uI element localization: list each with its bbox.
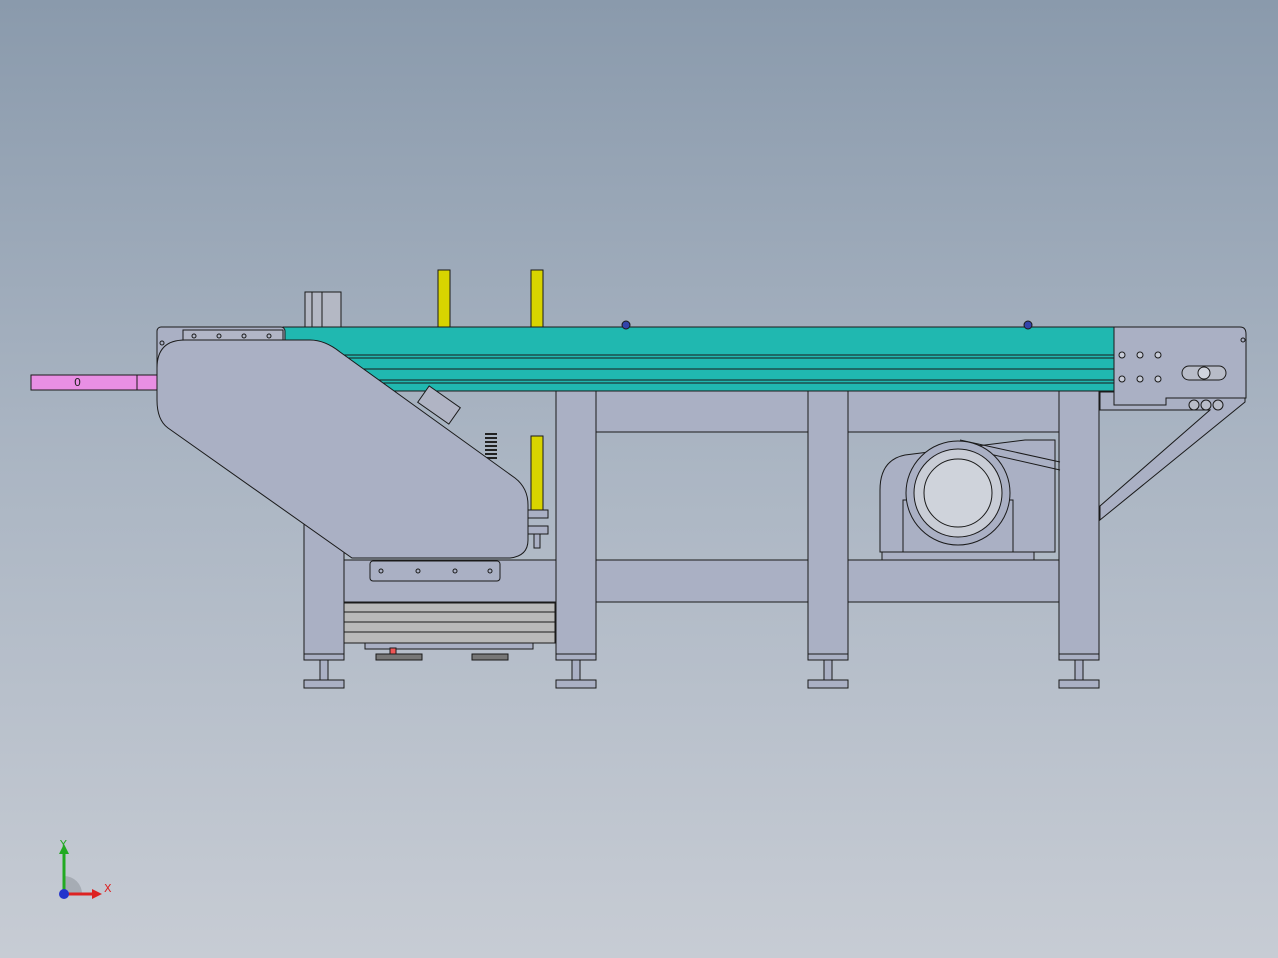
z-axis-dot <box>59 889 69 899</box>
bottom-bracket <box>369 560 501 582</box>
bar-label: 0 <box>74 376 81 389</box>
yellow-post-2 <box>530 269 544 329</box>
right-diagonal-frame <box>1099 391 1246 522</box>
drive-housing <box>342 602 556 644</box>
motor-face <box>923 458 993 528</box>
cad-viewport[interactable]: 0 Y X <box>0 0 1278 958</box>
yellow-post-1 <box>437 269 451 329</box>
drive-foot-1 <box>375 653 423 661</box>
sensor-block <box>304 291 342 329</box>
spring <box>485 433 497 459</box>
leg-4 <box>1058 389 1100 689</box>
leg-2 <box>555 389 597 689</box>
right-end-plate <box>1113 326 1247 406</box>
yellow-post-3 <box>530 435 544 513</box>
y-axis-label: Y <box>59 838 67 851</box>
drive-foot-2 <box>471 653 509 661</box>
x-axis-label: X <box>104 882 112 895</box>
x-axis-arrow <box>92 889 102 899</box>
axis-triad: Y X <box>59 838 112 899</box>
pink-extension-bar <box>30 374 158 391</box>
conveyor-model[interactable]: 0 <box>0 0 1278 958</box>
conveyor-belt <box>282 326 1120 392</box>
motor-base <box>881 551 1035 561</box>
leg-3 <box>807 389 849 689</box>
